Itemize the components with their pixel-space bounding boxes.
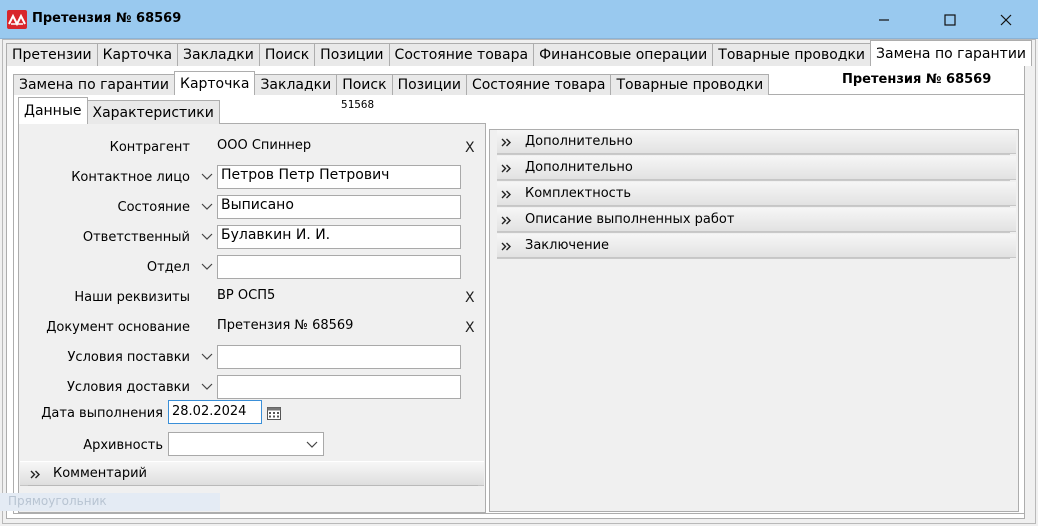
chevron-down-icon (306, 441, 318, 448)
requisites-label: Наши реквизиты (74, 290, 190, 305)
contact-label: Контактное лицо (71, 170, 190, 185)
section-label: Дополнительно (525, 134, 633, 149)
base-document-label: Документ основание (46, 320, 190, 335)
double-chevron-right-icon (501, 190, 511, 199)
minimize-button[interactable] (862, 6, 906, 34)
window-title: Претензия № 68569 (32, 11, 182, 26)
section-work-description[interactable]: Описание выполненных работ (497, 208, 1016, 232)
contractor-clear-button[interactable]: X (465, 140, 475, 156)
base-document-value[interactable]: Претензия № 68569 (217, 318, 353, 333)
supply-terms-label: Условия поставки (67, 350, 191, 365)
comment-section-label: Комментарий (53, 466, 147, 481)
contractor-label: Контрагент (109, 140, 190, 155)
app-logo-icon (7, 10, 27, 29)
double-chevron-right-icon (30, 470, 40, 479)
chevron-down-icon[interactable] (200, 260, 214, 274)
divider (497, 180, 1010, 181)
chevron-down-icon[interactable] (200, 170, 214, 184)
tab-goods-entries[interactable]: Товарные проводки (712, 43, 872, 66)
responsible-label: Ответственный (82, 230, 190, 245)
section-label: Дополнительно (525, 160, 633, 175)
delivery-terms-label: Условия доставки (67, 380, 190, 395)
faded-shape-label: Прямоугольник (0, 493, 220, 511)
section-completeness[interactable]: Комплектность (497, 182, 1016, 206)
archive-label: Архивность (83, 438, 163, 453)
subtab-warranty-replacement[interactable]: Замена по гарантии (13, 74, 175, 95)
maximize-button[interactable] (928, 6, 972, 34)
completion-date-field[interactable]: 28.02.2024 (168, 400, 262, 424)
archive-select[interactable] (168, 432, 324, 456)
double-chevron-right-icon (501, 216, 511, 225)
sub-tabs: Замена по гарантии Карточка Закладки Пои… (13, 71, 770, 95)
minimize-icon (879, 19, 889, 21)
base-document-clear-button[interactable]: X (465, 320, 475, 336)
claim-title: Претензия № 68569 (842, 72, 992, 87)
close-icon (1000, 14, 1012, 26)
tab-claims[interactable]: Претензии (6, 43, 98, 66)
department-field[interactable] (217, 255, 461, 279)
double-chevron-right-icon (501, 138, 511, 147)
double-chevron-right-icon (501, 164, 511, 173)
contractor-value[interactable]: ООО Спиннер (217, 138, 311, 153)
chevron-down-icon[interactable] (200, 350, 214, 364)
subtab-goods-state[interactable]: Состояние товара (465, 74, 612, 95)
tab-warranty-replacement[interactable]: Замена по гарантии (870, 40, 1033, 66)
supply-terms-field[interactable] (217, 345, 461, 369)
department-label: Отдел (146, 260, 190, 275)
tab-positions[interactable]: Позиции (314, 43, 390, 66)
section-conclusion[interactable]: Заключение (497, 234, 1016, 258)
subtab-positions[interactable]: Позиции (391, 74, 467, 95)
divider (497, 154, 1010, 155)
section-additional-2[interactable]: Дополнительно (497, 156, 1016, 180)
section-label: Комплектность (525, 186, 632, 201)
tab-card[interactable]: Карточка (96, 43, 179, 66)
tab-search[interactable]: Поиск (258, 43, 316, 66)
divider (497, 232, 1010, 233)
subtab-search[interactable]: Поиск (336, 74, 393, 95)
claim-number-field[interactable]: 51568 (340, 96, 409, 123)
subtab-card[interactable]: Карточка (174, 71, 256, 95)
subtab-bookmarks[interactable]: Закладки (254, 74, 338, 95)
section-label: Заключение (525, 238, 610, 253)
divider (28, 485, 478, 486)
contact-field[interactable]: Петров Петр Петрович (217, 165, 461, 189)
delivery-terms-field[interactable] (217, 375, 461, 399)
tab-characteristics[interactable]: Характеристики (86, 100, 220, 124)
requisites-value[interactable]: ВР ОСП5 (217, 288, 275, 303)
tab-finance-ops[interactable]: Финансовые операции (533, 43, 714, 66)
data-tabs: Данные Характеристики (18, 97, 220, 124)
responsible-field[interactable]: Булавкин И. И. (217, 225, 461, 249)
comment-section-header[interactable]: Комментарий (20, 461, 484, 486)
tab-data[interactable]: Данные (18, 97, 88, 124)
close-button[interactable] (984, 6, 1028, 34)
tab-bookmarks[interactable]: Закладки (177, 43, 260, 66)
tab-goods-state[interactable]: Состояние товара (388, 43, 535, 66)
state-label: Состояние (117, 200, 190, 215)
main-tabs: Претензии Карточка Закладки Поиск Позици… (6, 40, 1033, 66)
chevron-down-icon[interactable] (200, 200, 214, 214)
chevron-down-icon[interactable] (200, 380, 214, 394)
completion-date-label: Дата выполнения (41, 406, 163, 421)
calendar-icon[interactable] (266, 405, 282, 421)
chevron-down-icon[interactable] (200, 230, 214, 244)
requisites-clear-button[interactable]: X (465, 290, 475, 306)
state-field[interactable]: Выписано (217, 195, 461, 219)
double-chevron-right-icon (501, 242, 511, 251)
subtab-goods-entries[interactable]: Товарные проводки (610, 74, 770, 95)
maximize-icon (944, 14, 956, 26)
divider (497, 258, 1010, 259)
section-additional-1[interactable]: Дополнительно (497, 130, 1016, 154)
section-label: Описание выполненных работ (525, 212, 735, 227)
divider (497, 206, 1010, 207)
